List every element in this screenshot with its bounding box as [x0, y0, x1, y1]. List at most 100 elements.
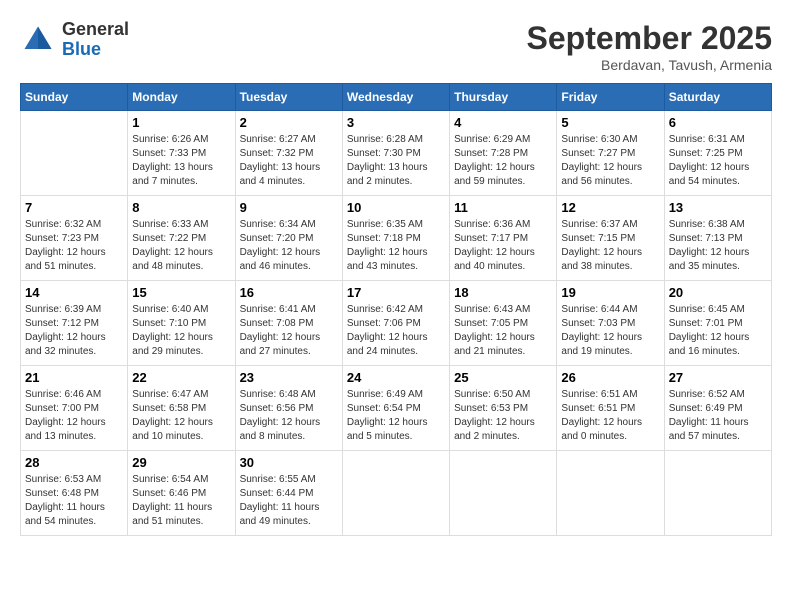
day-info: Sunrise: 6:51 AM Sunset: 6:51 PM Dayligh… — [561, 388, 659, 444]
table-cell: 17Sunrise: 6:42 AM Sunset: 7:06 PM Dayli… — [342, 281, 449, 366]
day-number: 2 — [240, 115, 338, 130]
table-cell: 13Sunrise: 6:38 AM Sunset: 7:13 PM Dayli… — [664, 196, 771, 281]
table-cell: 26Sunrise: 6:51 AM Sunset: 6:51 PM Dayli… — [557, 366, 664, 451]
day-number: 3 — [347, 115, 445, 130]
table-cell: 16 Sunrise: 6:41 AM Sunset: 7:08 PM Dayli… — [235, 281, 342, 366]
month-title: September 2025 — [527, 20, 772, 57]
table-cell: 23 Sunrise: 6:48 AM Sunset: 6:56 PM Dayli… — [235, 366, 342, 451]
day-number: 21 — [25, 370, 123, 385]
table-cell — [21, 111, 128, 196]
week-row-5: 28 Sunrise: 6:53 AM Sunset: 6:48 PM Dayli… — [21, 451, 772, 536]
week-row-1: 1 Sunrise: 6:26 AM Sunset: 7:33 PM Daylig… — [21, 111, 772, 196]
day-number: 27 — [669, 370, 767, 385]
day-number: 11 — [454, 200, 552, 215]
day-number: 1 — [132, 115, 230, 130]
day-number: 23 — [240, 370, 338, 385]
day-info: Sunrise: 6:54 AM Sunset: 6:46 PM Dayligh… — [132, 473, 230, 529]
calendar-table: Sunday Monday Tuesday Wednesday Thursday… — [20, 83, 772, 536]
logo: General Blue — [20, 20, 129, 60]
day-number: 30 — [240, 455, 338, 470]
day-number: 5 — [561, 115, 659, 130]
day-info: Sunrise: 6:52 AM Sunset: 6:49 PM Dayligh… — [669, 388, 767, 444]
table-cell: 28 Sunrise: 6:53 AM Sunset: 6:48 PM Dayli… — [21, 451, 128, 536]
table-cell: 8 Sunrise: 6:33 AM Sunset: 7:22 PM Daylig… — [128, 196, 235, 281]
table-cell: 14 Sunrise: 6:39 AM Sunset: 7:12 PM Dayli… — [21, 281, 128, 366]
table-cell: 29 Sunrise: 6:54 AM Sunset: 6:46 PM Dayli… — [128, 451, 235, 536]
day-info: Sunrise: 6:27 AM Sunset: 7:32 PM Dayligh… — [240, 133, 338, 189]
day-info: Sunrise: 6:45 AM Sunset: 7:01 PM Dayligh… — [669, 303, 767, 359]
table-cell: 18 Sunrise: 6:43 AM Sunset: 7:05 PM Dayli… — [450, 281, 557, 366]
week-row-4: 21 Sunrise: 6:46 AM Sunset: 7:00 PM Dayli… — [21, 366, 772, 451]
table-cell: 25Sunrise: 6:50 AM Sunset: 6:53 PM Dayli… — [450, 366, 557, 451]
day-info: Sunrise: 6:48 AM Sunset: 6:56 PM Dayligh… — [240, 388, 338, 444]
location-subtitle: Berdavan, Tavush, Armenia — [527, 57, 772, 73]
day-info: Sunrise: 6:28 AM Sunset: 7:30 PM Dayligh… — [347, 133, 445, 189]
table-cell: 22Sunrise: 6:47 AM Sunset: 6:58 PM Dayli… — [128, 366, 235, 451]
table-cell: 20Sunrise: 6:45 AM Sunset: 7:01 PM Dayli… — [664, 281, 771, 366]
day-number: 18 — [454, 285, 552, 300]
day-number: 29 — [132, 455, 230, 470]
day-info: Sunrise: 6:47 AM Sunset: 6:58 PM Dayligh… — [132, 388, 230, 444]
day-info: Sunrise: 6:26 AM Sunset: 7:33 PM Dayligh… — [132, 133, 230, 189]
day-number: 6 — [669, 115, 767, 130]
table-cell: 11 Sunrise: 6:36 AM Sunset: 7:17 PM Dayli… — [450, 196, 557, 281]
page-header: General Blue September 2025 Berdavan, Ta… — [20, 20, 772, 73]
day-number: 15 — [132, 285, 230, 300]
day-number: 9 — [240, 200, 338, 215]
day-info: Sunrise: 6:53 AM Sunset: 6:48 PM Dayligh… — [25, 473, 123, 529]
day-info: Sunrise: 6:49 AM Sunset: 6:54 PM Dayligh… — [347, 388, 445, 444]
day-number: 28 — [25, 455, 123, 470]
day-number: 24 — [347, 370, 445, 385]
table-cell: 5 Sunrise: 6:30 AM Sunset: 7:27 PM Daylig… — [557, 111, 664, 196]
day-info: Sunrise: 6:41 AM Sunset: 7:08 PM Dayligh… — [240, 303, 338, 359]
logo-icon — [20, 22, 56, 58]
logo-text: General Blue — [62, 20, 129, 60]
table-cell — [450, 451, 557, 536]
day-number: 4 — [454, 115, 552, 130]
day-info: Sunrise: 6:55 AM Sunset: 6:44 PM Dayligh… — [240, 473, 338, 529]
day-info: Sunrise: 6:35 AM Sunset: 7:18 PM Dayligh… — [347, 218, 445, 274]
day-number: 13 — [669, 200, 767, 215]
day-number: 19 — [561, 285, 659, 300]
col-sunday: Sunday — [21, 84, 128, 111]
table-cell — [664, 451, 771, 536]
day-number: 16 — [240, 285, 338, 300]
day-info: Sunrise: 6:30 AM Sunset: 7:27 PM Dayligh… — [561, 133, 659, 189]
col-saturday: Saturday — [664, 84, 771, 111]
day-info: Sunrise: 6:36 AM Sunset: 7:17 PM Dayligh… — [454, 218, 552, 274]
day-info: Sunrise: 6:46 AM Sunset: 7:00 PM Dayligh… — [25, 388, 123, 444]
table-cell — [557, 451, 664, 536]
table-cell: 7Sunrise: 6:32 AM Sunset: 7:23 PM Daylig… — [21, 196, 128, 281]
table-cell: 10 Sunrise: 6:35 AM Sunset: 7:18 PM Dayli… — [342, 196, 449, 281]
table-cell: 2 Sunrise: 6:27 AM Sunset: 7:32 PM Daylig… — [235, 111, 342, 196]
day-number: 14 — [25, 285, 123, 300]
day-info: Sunrise: 6:44 AM Sunset: 7:03 PM Dayligh… — [561, 303, 659, 359]
table-cell: 21 Sunrise: 6:46 AM Sunset: 7:00 PM Dayli… — [21, 366, 128, 451]
table-cell: 4Sunrise: 6:29 AM Sunset: 7:28 PM Daylig… — [450, 111, 557, 196]
day-number: 8 — [132, 200, 230, 215]
day-info: Sunrise: 6:42 AM Sunset: 7:06 PM Dayligh… — [347, 303, 445, 359]
col-wednesday: Wednesday — [342, 84, 449, 111]
table-cell: 19 Sunrise: 6:44 AM Sunset: 7:03 PM Dayli… — [557, 281, 664, 366]
day-info: Sunrise: 6:31 AM Sunset: 7:25 PM Dayligh… — [669, 133, 767, 189]
day-info: Sunrise: 6:37 AM Sunset: 7:15 PM Dayligh… — [561, 218, 659, 274]
day-number: 12 — [561, 200, 659, 215]
day-info: Sunrise: 6:34 AM Sunset: 7:20 PM Dayligh… — [240, 218, 338, 274]
day-number: 25 — [454, 370, 552, 385]
table-cell: 24 Sunrise: 6:49 AM Sunset: 6:54 PM Dayli… — [342, 366, 449, 451]
calendar-header-row: Sunday Monday Tuesday Wednesday Thursday… — [21, 84, 772, 111]
day-info: Sunrise: 6:39 AM Sunset: 7:12 PM Dayligh… — [25, 303, 123, 359]
col-thursday: Thursday — [450, 84, 557, 111]
table-cell: 30 Sunrise: 6:55 AM Sunset: 6:44 PM Dayli… — [235, 451, 342, 536]
day-info: Sunrise: 6:32 AM Sunset: 7:23 PM Dayligh… — [25, 218, 123, 274]
title-area: September 2025 Berdavan, Tavush, Armenia — [527, 20, 772, 73]
day-info: Sunrise: 6:33 AM Sunset: 7:22 PM Dayligh… — [132, 218, 230, 274]
table-cell: 9 Sunrise: 6:34 AM Sunset: 7:20 PM Daylig… — [235, 196, 342, 281]
day-number: 10 — [347, 200, 445, 215]
table-cell: 6 Sunrise: 6:31 AM Sunset: 7:25 PM Daylig… — [664, 111, 771, 196]
day-info: Sunrise: 6:43 AM Sunset: 7:05 PM Dayligh… — [454, 303, 552, 359]
col-friday: Friday — [557, 84, 664, 111]
table-cell: 12 Sunrise: 6:37 AM Sunset: 7:15 PM Dayli… — [557, 196, 664, 281]
table-cell: 3 Sunrise: 6:28 AM Sunset: 7:30 PM Daylig… — [342, 111, 449, 196]
table-cell — [342, 451, 449, 536]
